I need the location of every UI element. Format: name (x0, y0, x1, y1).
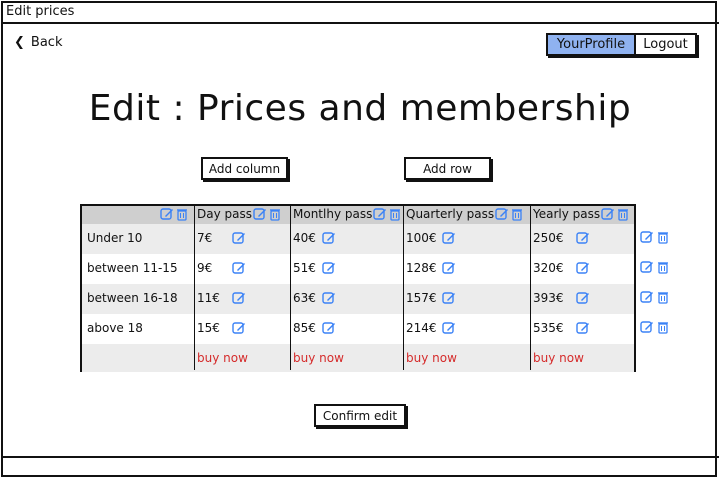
edit-icon[interactable] (322, 261, 336, 275)
status-bar (1, 456, 719, 478)
price-value: 15€ (197, 321, 220, 335)
trash-icon[interactable] (656, 320, 670, 334)
price-value: 320€ (533, 261, 564, 275)
price-value: 51€ (293, 261, 316, 275)
buy-now-link[interactable]: buy now (533, 351, 584, 365)
top-nav: YourProfile Logout (546, 33, 697, 56)
edit-icon[interactable] (442, 231, 456, 245)
trash-icon[interactable] (510, 207, 524, 221)
edit-icon[interactable] (232, 321, 246, 335)
edit-icon[interactable] (576, 321, 590, 335)
price-value: 393€ (533, 291, 564, 305)
edit-icon[interactable] (253, 207, 267, 221)
price-value: 85€ (293, 321, 316, 335)
edit-icon[interactable] (442, 291, 456, 305)
price-value: 63€ (293, 291, 316, 305)
trash-icon[interactable] (656, 230, 670, 244)
price-value: 250€ (533, 231, 564, 245)
confirm-edit-button[interactable]: Confirm edit (314, 404, 406, 427)
logout-button[interactable]: Logout (636, 35, 695, 54)
price-value: 157€ (406, 291, 437, 305)
row-actions (640, 230, 670, 244)
your-profile-button[interactable]: YourProfile (548, 35, 636, 54)
row-label: between 16-18 (87, 291, 178, 305)
back-link[interactable]: ❮ Back (14, 35, 62, 50)
edit-icon[interactable] (640, 260, 654, 274)
header-actions (160, 207, 189, 221)
edit-icon[interactable] (576, 261, 590, 275)
edit-icon[interactable] (232, 291, 246, 305)
trash-icon[interactable] (656, 260, 670, 274)
add-column-button[interactable]: Add column (201, 157, 288, 180)
edit-icon[interactable] (322, 321, 336, 335)
price-value: 11€ (197, 291, 220, 305)
column-header-label: Quarterly pass (406, 207, 495, 221)
edit-icon[interactable] (442, 261, 456, 275)
edit-icon[interactable] (576, 291, 590, 305)
edit-icon[interactable] (640, 290, 654, 304)
edit-icon[interactable] (160, 207, 174, 221)
price-value: 100€ (406, 231, 437, 245)
chevron-left-icon: ❮ (14, 35, 25, 50)
column-header-monthly: Montlhy pass (293, 207, 402, 221)
edit-icon[interactable] (640, 230, 654, 244)
edit-icon[interactable] (232, 261, 246, 275)
edit-icon[interactable] (322, 291, 336, 305)
trash-icon[interactable] (268, 207, 282, 221)
edit-icon[interactable] (640, 320, 654, 334)
edit-icon[interactable] (576, 231, 590, 245)
column-header-label: Montlhy pass (293, 207, 373, 221)
back-label: Back (30, 35, 63, 50)
row-label: between 11-15 (87, 261, 178, 275)
price-value: 214€ (406, 321, 437, 335)
window-title: Edit prices (1, 1, 719, 24)
column-header-quarterly: Quarterly pass (406, 207, 524, 221)
price-value: 9€ (197, 261, 213, 275)
column-divider (403, 206, 404, 370)
price-value: 128€ (406, 261, 437, 275)
column-header-yearly: Yearly pass (533, 207, 630, 221)
trash-icon[interactable] (616, 207, 630, 221)
column-divider (290, 206, 291, 370)
row-actions (640, 290, 670, 304)
buy-now-link[interactable]: buy now (293, 351, 344, 365)
column-divider (194, 206, 195, 370)
trash-icon[interactable] (388, 207, 402, 221)
row-actions (640, 320, 670, 334)
column-header-label: Yearly pass (533, 207, 601, 221)
edit-icon[interactable] (232, 231, 246, 245)
add-row-button[interactable]: Add row (404, 157, 491, 180)
edit-icon[interactable] (322, 231, 336, 245)
row-label: above 18 (87, 321, 143, 335)
price-value: 7€ (197, 231, 213, 245)
trash-icon[interactable] (175, 207, 189, 221)
buy-now-link[interactable]: buy now (406, 351, 457, 365)
row-actions (640, 260, 670, 274)
edit-icon[interactable] (373, 207, 387, 221)
row-label: Under 10 (87, 231, 143, 245)
edit-icon[interactable] (495, 207, 509, 221)
edit-icon[interactable] (442, 321, 456, 335)
price-value: 535€ (533, 321, 564, 335)
column-divider (530, 206, 531, 370)
trash-icon[interactable] (656, 290, 670, 304)
page-title: Edit : Prices and membership (88, 88, 632, 129)
buy-now-link[interactable]: buy now (197, 351, 248, 365)
column-header-label: Day pass (197, 207, 252, 221)
edit-icon[interactable] (601, 207, 615, 221)
price-table: Day pass Montlhy pass Quarterly pass Yea… (80, 204, 636, 372)
price-value: 40€ (293, 231, 316, 245)
column-header-day: Day pass (197, 207, 282, 221)
